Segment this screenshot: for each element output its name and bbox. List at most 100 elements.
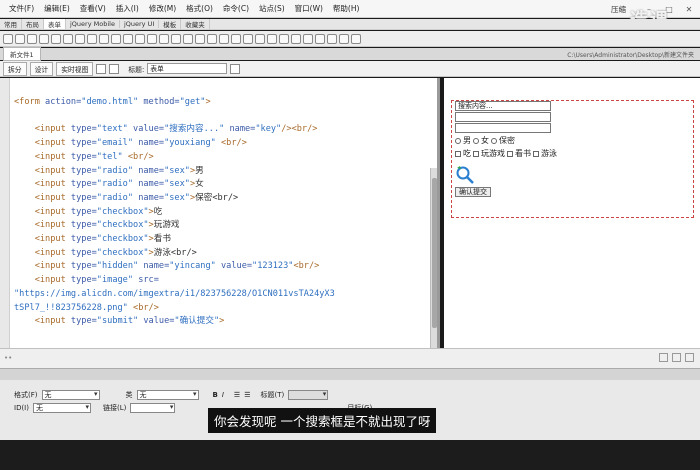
checkbox-read[interactable] [507, 150, 513, 157]
form-element-icon[interactable] [123, 33, 133, 44]
search-input[interactable]: 搜索内容... [455, 101, 551, 111]
form-element-icon[interactable] [303, 33, 313, 44]
form-element-icon[interactable] [255, 33, 265, 44]
link-field[interactable] [130, 403, 176, 413]
form-element-icon[interactable] [3, 33, 13, 44]
code-scrollbar[interactable] [430, 168, 437, 348]
multiscreen-icon[interactable] [109, 63, 120, 74]
radio-male[interactable] [455, 137, 461, 144]
radio-female[interactable] [473, 137, 479, 144]
form-element-icon[interactable] [183, 33, 193, 44]
magnifier-image-icon[interactable] [455, 165, 475, 185]
code-editor[interactable]: <form action="demo.html" method="get"> <… [14, 96, 434, 329]
menu-item[interactable]: 窗口(W) [290, 3, 328, 14]
code-token: value= [138, 316, 175, 327]
radio-secret[interactable] [491, 137, 497, 144]
checkbox-game[interactable] [473, 150, 479, 157]
insert-tab[interactable]: 布局 [22, 19, 44, 29]
form-element-icon[interactable] [195, 33, 205, 44]
inspect-icon[interactable] [96, 63, 107, 74]
form-element-icon[interactable] [315, 33, 325, 44]
form-outline[interactable]: 搜索内容... 男 女 保密 吃 玩游戏 看书 游泳 确认提交 [451, 100, 694, 218]
insert-tab[interactable]: 常用 [0, 19, 22, 29]
insert-tab[interactable]: 模板 [159, 19, 182, 29]
form-element-icon[interactable] [327, 33, 337, 44]
form-element-icon[interactable] [39, 33, 49, 44]
document-tab[interactable]: 新文件1 [3, 47, 41, 61]
menu-item[interactable]: 修改(M) [144, 3, 181, 14]
code-token: "checkbox" [96, 220, 149, 231]
design-view-button[interactable]: 设计 [29, 61, 54, 76]
form-element-icon[interactable] [351, 33, 361, 44]
document-tab-bar: 新文件1 C:\Users\Administrator\Desktop\新建文件… [0, 47, 700, 61]
email-input[interactable] [455, 112, 551, 122]
live-view-button[interactable]: 实时视图 [56, 61, 94, 76]
form-element-icon[interactable] [243, 33, 253, 44]
title-field[interactable] [288, 390, 329, 400]
split-view-button[interactable]: 拆分 [3, 61, 27, 76]
form-element-icon[interactable] [27, 33, 37, 44]
tel-input[interactable] [455, 123, 551, 133]
code-token: "hidden" [96, 261, 139, 272]
form-element-icon[interactable] [15, 33, 25, 44]
checkbox-swim[interactable] [533, 150, 539, 157]
form-element-icon[interactable] [207, 33, 217, 44]
browser-preview-icon[interactable] [230, 63, 241, 74]
bold-icon[interactable]: B [213, 391, 218, 399]
menu-item[interactable]: 编辑(E) [39, 3, 75, 14]
menu-item[interactable]: 命令(C) [218, 3, 254, 14]
menu-item[interactable]: 帮助(H) [328, 3, 365, 14]
class-select[interactable]: 无 [136, 390, 199, 400]
close-icon[interactable]: ✕ [682, 4, 696, 14]
menu-item[interactable]: 文件(F) [4, 3, 39, 14]
title-input[interactable]: 表单 [147, 63, 228, 74]
code-token: <input [34, 275, 71, 286]
code-token: type= [70, 220, 97, 231]
form-element-icon[interactable] [159, 33, 169, 44]
list-icon[interactable]: ☰ [234, 391, 240, 399]
code-token: > [205, 97, 211, 107]
design-view[interactable]: 搜索内容... 男 女 保密 吃 玩游戏 看书 游泳 确认提交 [444, 78, 700, 348]
form-element-icon[interactable] [147, 33, 157, 44]
form-element-icon[interactable] [75, 33, 85, 44]
code-token: type= [70, 165, 97, 176]
hand-tool-icon[interactable] [672, 353, 681, 362]
select-tool-icon[interactable] [659, 353, 668, 362]
menu-item[interactable]: 插入(I) [111, 3, 144, 14]
zoom-tool-icon[interactable] [685, 353, 694, 362]
code-token: <input [34, 220, 71, 231]
checkbox-eat[interactable] [455, 150, 461, 157]
format-select[interactable]: 无 [41, 390, 100, 400]
italic-icon[interactable]: I [222, 391, 224, 399]
insert-tab[interactable]: jQuery Mobile [66, 20, 120, 28]
code-token: name= [224, 124, 256, 135]
form-element-icon[interactable] [279, 33, 289, 44]
workspace-mode[interactable]: 压缩 [611, 4, 626, 15]
scrollbar-thumb[interactable] [432, 178, 437, 328]
menu-item[interactable]: 站点(S) [254, 3, 290, 14]
menu-item[interactable]: 格式(O) [181, 3, 218, 14]
code-view[interactable]: <form action="demo.html" method="get"> <… [0, 78, 440, 348]
insert-tab[interactable]: jQuery UI [120, 20, 160, 28]
form-element-icon[interactable] [291, 33, 301, 44]
insert-tab[interactable]: 表单 [44, 19, 66, 29]
form-element-icon[interactable] [111, 33, 121, 44]
form-element-icon[interactable] [219, 33, 229, 44]
status-bar: •• [0, 348, 700, 368]
form-element-icon[interactable] [339, 33, 349, 44]
form-element-icon[interactable] [267, 33, 277, 44]
code-token: <form [14, 97, 46, 107]
submit-button[interactable]: 确认提交 [455, 187, 491, 197]
form-element-icon[interactable] [171, 33, 181, 44]
menu-item[interactable]: 查看(V) [75, 3, 111, 14]
form-element-icon[interactable] [87, 33, 97, 44]
form-element-icon[interactable] [51, 33, 61, 44]
form-element-icon[interactable] [99, 33, 109, 44]
form-element-icon[interactable] [135, 33, 145, 44]
id-select[interactable]: 无 [32, 403, 91, 413]
insert-tab[interactable]: 收藏夹 [181, 19, 210, 29]
code-token: "get" [179, 97, 206, 107]
form-element-icon[interactable] [231, 33, 241, 44]
form-element-icon[interactable] [63, 33, 73, 44]
list-icon[interactable]: ☰ [244, 391, 250, 399]
